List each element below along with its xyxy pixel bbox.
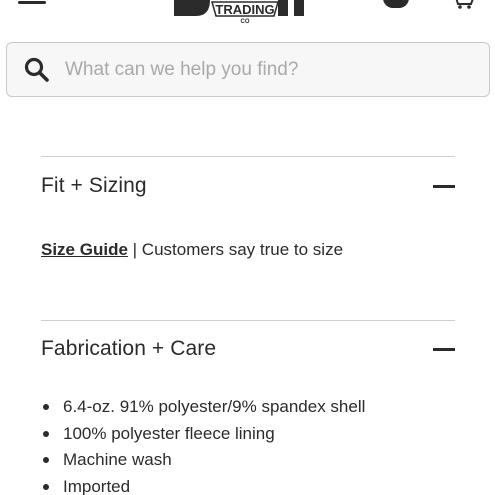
section-divider [41, 156, 455, 157]
site-header: TRADING CO [0, 0, 495, 34]
menu-icon-bar [18, 1, 46, 4]
logo-subtext: CO [241, 19, 250, 25]
brand-logo[interactable]: TRADING CO [170, 0, 310, 34]
menu-icon[interactable] [18, 0, 48, 6]
fabrication-care-toggle[interactable]: Fabrication + Care [41, 329, 455, 369]
fabrication-care-title: Fabrication + Care [41, 337, 217, 360]
logo-text: TRADING [215, 2, 274, 17]
search-bar[interactable] [6, 42, 490, 97]
section-divider [41, 320, 455, 321]
list-item: Imported [41, 474, 365, 495]
list-item: 6.4-oz. 91% polyester/9% spandex shell [41, 394, 365, 421]
fit-sizing-title: Fit + Sizing [41, 174, 147, 197]
fabrication-care-list: 6.4-oz. 91% polyester/9% spandex shell 1… [41, 394, 365, 495]
minus-icon[interactable] [433, 347, 455, 351]
search-input[interactable] [65, 58, 465, 81]
fit-sizing-toggle[interactable]: Fit + Sizing [41, 166, 455, 206]
list-item: Machine wash [41, 447, 365, 474]
search-icon[interactable] [23, 56, 51, 84]
list-item: 100% polyester fleece lining [41, 421, 365, 448]
cart-icon[interactable] [450, 0, 476, 10]
separator: | [127, 240, 142, 259]
fit-sizing-content: Size Guide | Customers say true to size [41, 240, 343, 260]
size-guide-link[interactable]: Size Guide [41, 240, 128, 259]
account-icon[interactable] [383, 0, 409, 8]
fit-note: Customers say true to size [141, 240, 344, 259]
minus-icon[interactable] [433, 184, 455, 188]
